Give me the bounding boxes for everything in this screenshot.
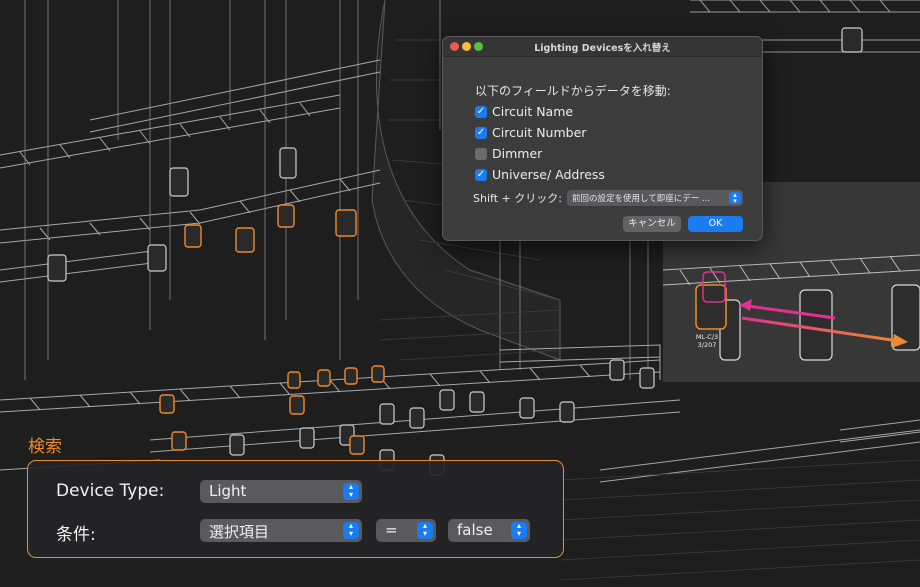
dialog-title: Lighting Devicesを入れ替え xyxy=(534,43,671,54)
updown-chevron-icon: ▴ ▾ xyxy=(511,522,527,539)
fixture-id-label: ML-C/3 3/207 xyxy=(694,333,720,349)
ok-button[interactable]: OK xyxy=(688,216,743,232)
option-label-circuit-name: Circuit Name xyxy=(492,104,574,119)
option-circuit-name[interactable]: ✓ Circuit Name xyxy=(475,104,573,119)
option-label-universe-address: Universe/ Address xyxy=(492,167,605,182)
condition-value: false xyxy=(457,521,493,539)
move-fields-prompt: 以下のフィールドからデータを移動: xyxy=(475,84,671,98)
condition-operator-select[interactable]: = ▴ ▾ xyxy=(376,519,436,542)
condition-value-select[interactable]: false ▴ ▾ xyxy=(448,519,530,542)
device-type-select[interactable]: Light ▴ ▾ xyxy=(200,480,362,503)
condition-operator-value: = xyxy=(385,521,398,539)
checkbox-dimmer[interactable] xyxy=(475,147,487,160)
option-label-circuit-number: Circuit Number xyxy=(492,125,587,140)
shift-click-value: 前回の設定を使用して即座にデー ... xyxy=(572,194,711,204)
swap-lighting-devices-dialog: Lighting Devicesを入れ替え 以下のフィールドからデータを移動: … xyxy=(442,36,763,241)
fixture-id-line2: 3/207 xyxy=(697,341,717,349)
dialog-titlebar: Lighting Devicesを入れ替え xyxy=(443,37,762,57)
device-type-value: Light xyxy=(209,482,247,500)
option-universe-address[interactable]: ✓ Universe/ Address xyxy=(475,167,605,182)
checkbox-circuit-name[interactable]: ✓ xyxy=(475,105,487,118)
option-label-dimmer: Dimmer xyxy=(492,146,543,161)
fixture-id-line1: ML-C/3 xyxy=(695,333,719,341)
condition-field-value: 選択項目 xyxy=(209,523,270,541)
search-criteria-panel: Device Type: Light ▴ ▾ 条件: 選択項目 ▴ ▾ = ▴ ▾ f… xyxy=(27,460,564,558)
checkbox-universe-address[interactable]: ✓ xyxy=(475,168,487,181)
search-section-title: 検索 xyxy=(28,437,62,457)
option-circuit-number[interactable]: ✓ Circuit Number xyxy=(475,125,586,140)
shift-click-select[interactable]: 前回の設定を使用して即座にデー ... ▴ ▾ xyxy=(567,190,743,206)
option-dimmer[interactable]: Dimmer xyxy=(475,146,542,161)
condition-label: 条件: xyxy=(56,525,96,545)
updown-chevron-icon: ▴ ▾ xyxy=(343,522,359,539)
updown-chevron-icon: ▴ ▾ xyxy=(417,522,433,539)
device-type-label: Device Type: xyxy=(56,481,165,501)
cancel-button[interactable]: キャンセル xyxy=(623,216,681,232)
checkbox-circuit-number[interactable]: ✓ xyxy=(475,126,487,139)
shift-click-label: Shift + クリック: xyxy=(473,192,562,205)
condition-field-select[interactable]: 選択項目 ▴ ▾ xyxy=(200,519,362,542)
updown-chevron-icon: ▴ ▾ xyxy=(729,192,741,205)
updown-chevron-icon: ▴ ▾ xyxy=(343,483,359,500)
